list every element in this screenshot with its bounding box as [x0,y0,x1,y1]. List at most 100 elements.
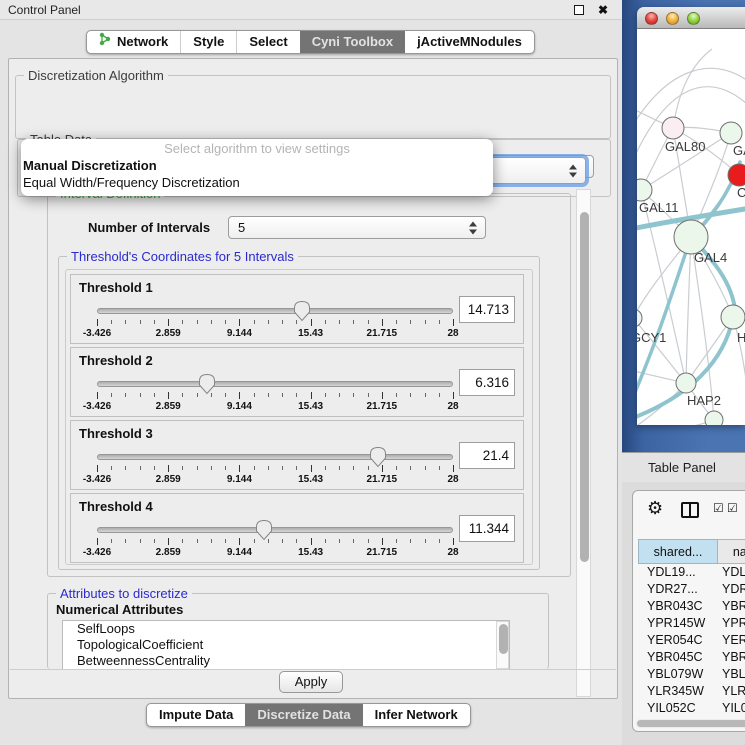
slider-track[interactable] [97,454,453,460]
settings-scrollbar[interactable] [576,189,591,697]
mac-minimize-button[interactable] [666,12,679,25]
cell-name[interactable]: YBR0 [718,649,745,666]
control-panel-title: Control Panel [8,3,81,17]
tab-select[interactable]: Select [236,31,299,53]
table-row[interactable]: YBL079WYBL0 [638,666,745,683]
node-label-h: H [737,330,745,345]
cell-name[interactable]: YDL1 [718,564,745,581]
cell-shared-name[interactable]: YDL19... [638,564,718,581]
checkbox-icon[interactable]: ☑ [727,501,738,515]
threshold-value-field[interactable]: 21.4 [459,442,515,469]
control-panel: Control Panel ✖ Network StyleSelectCyni T… [0,0,622,745]
algorithm-hint: Select algorithm to view settings [21,141,493,157]
attribute-item-topologicalcoefficient[interactable]: TopologicalCoefficient [63,637,509,653]
tab-style[interactable]: Style [180,31,236,53]
threshold-value-field[interactable]: 6.316 [459,369,515,396]
tab-label: jActiveMNodules [417,31,522,53]
network-node[interactable] [662,117,684,139]
tab-network[interactable]: Network [87,31,180,53]
apply-button[interactable]: Apply [279,671,343,693]
network-node[interactable] [674,220,708,254]
table-hscrollbar-thumb[interactable] [637,720,745,727]
slider-track[interactable] [97,308,453,314]
table-panel-titlebar: Table Panel [622,452,745,482]
cell-shared-name[interactable]: YBR045C [638,649,718,666]
threshold-panel-4: Threshold 4-3.4262.8599.14415.4321.71528… [70,493,524,563]
cell-shared-name[interactable]: YDR27... [638,581,718,598]
node-label-gal4: GAL4 [694,250,727,265]
algorithm-option-equal-width[interactable]: Equal Width/Frequency Discretization [21,174,493,191]
network-node[interactable] [676,373,696,393]
tab-impute-data[interactable]: Impute Data [147,704,245,726]
close-icon[interactable]: ✖ [598,2,608,18]
gear-icon[interactable]: ⚙ [647,498,663,519]
attributes-scrollbar-thumb[interactable] [499,624,508,654]
thresholds-group: Threshold's Coordinates for 5 Intervals … [58,256,540,570]
tab-discretize-data[interactable]: Discretize Data [245,704,362,726]
cell-name[interactable]: YDR2 [718,581,745,598]
attributes-scrollbar[interactable] [496,621,509,669]
mac-zoom-button[interactable] [687,12,700,25]
threshold-value-field[interactable]: 11.344 [459,515,515,542]
checkbox-icon[interactable]: ☑ [713,501,724,515]
network-node[interactable] [728,164,745,186]
table-rows: YDL19...YDL1YDR27...YDR2YBR043CYBR0YPR14… [638,564,745,717]
cell-shared-name[interactable]: YBR043C [638,598,718,615]
table-row[interactable]: YBR043CYBR0 [638,598,745,615]
table-row[interactable]: YER054CYER0 [638,632,745,649]
network-node[interactable] [637,309,642,327]
cell-shared-name[interactable]: YER054C [638,632,718,649]
cell-shared-name[interactable]: YLR345W [638,683,718,700]
settings-scrollbar-thumb[interactable] [580,212,589,562]
table-row[interactable]: YBR045CYBR0 [638,649,745,666]
divider [10,669,616,670]
cell-name[interactable]: YBL0 [718,666,745,683]
tab-infer-network[interactable]: Infer Network [363,704,470,726]
algorithm-option-manual[interactable]: Manual Discretization [21,157,493,174]
table-row[interactable]: YDL19...YDL1 [638,564,745,581]
table-header-row: shared... name [638,539,745,564]
network-canvas[interactable]: GAL80GACGAL11GAL4GCY1HHAP2 [637,29,745,425]
slider-track[interactable] [97,381,453,387]
tab-jactivemnodules[interactable]: jActiveMNodules [405,31,534,53]
cell-name[interactable]: YER0 [718,632,745,649]
table-row[interactable]: YIL052CYIL0 [638,700,745,717]
node-label-gal80: GAL80 [665,139,705,154]
cell-name[interactable]: YIL0 [718,700,745,717]
column-header-shared-name[interactable]: shared... [638,539,718,564]
network-node[interactable] [721,305,745,329]
threshold-value-field[interactable]: 14.713 [459,296,515,323]
column-header-name[interactable]: name [718,539,745,564]
split-column-icon[interactable] [681,502,699,518]
numerical-attributes-list: SelfLoopsTopologicalCoefficientBetweenne… [62,620,510,670]
slider-scale-labels: -3.4262.8599.14415.4321.71528 [97,547,453,559]
num-intervals-select[interactable]: 5 [228,216,486,239]
slider-track[interactable] [97,527,453,533]
table-row[interactable]: YDR27...YDR2 [638,581,745,598]
cell-name[interactable]: YLR3 [718,683,745,700]
cell-name[interactable]: YPR1 [718,615,745,632]
cell-shared-name[interactable]: YIL052C [638,700,718,717]
attribute-item-selfloops[interactable]: SelfLoops [63,621,509,637]
table-panel: ⚙ ☑ ☑ shared... name YDL19...YDL1YDR27..… [622,482,745,745]
attribute-item-betweennesscentrality[interactable]: BetweennessCentrality [63,653,509,669]
node-label-ga: GA [733,143,745,158]
table-toolbar: ⚙ ☑ ☑ [633,491,745,531]
table-horizontal-scrollbar[interactable] [636,719,745,728]
mac-close-button[interactable] [645,12,658,25]
tab-cyni-toolbox[interactable]: Cyni Toolbox [300,31,405,53]
node-label-gal11: GAL11 [639,200,679,215]
tab-label: Network [117,31,168,53]
network-tree-icon [99,31,112,53]
network-node[interactable] [705,411,723,425]
stepper-arrows-icon [469,221,478,234]
cell-shared-name[interactable]: YPR145W [638,615,718,632]
table-row[interactable]: YLR345WYLR3 [638,683,745,700]
cell-name[interactable]: YBR0 [718,598,745,615]
num-intervals-value: 5 [238,220,245,235]
table-row[interactable]: YPR145WYPR1 [638,615,745,632]
network-node[interactable] [720,122,742,144]
threshold-panel-1: Threshold 1-3.4262.8599.14415.4321.71528… [70,274,524,344]
float-window-icon[interactable] [574,5,584,15]
cell-shared-name[interactable]: YBL079W [638,666,718,683]
